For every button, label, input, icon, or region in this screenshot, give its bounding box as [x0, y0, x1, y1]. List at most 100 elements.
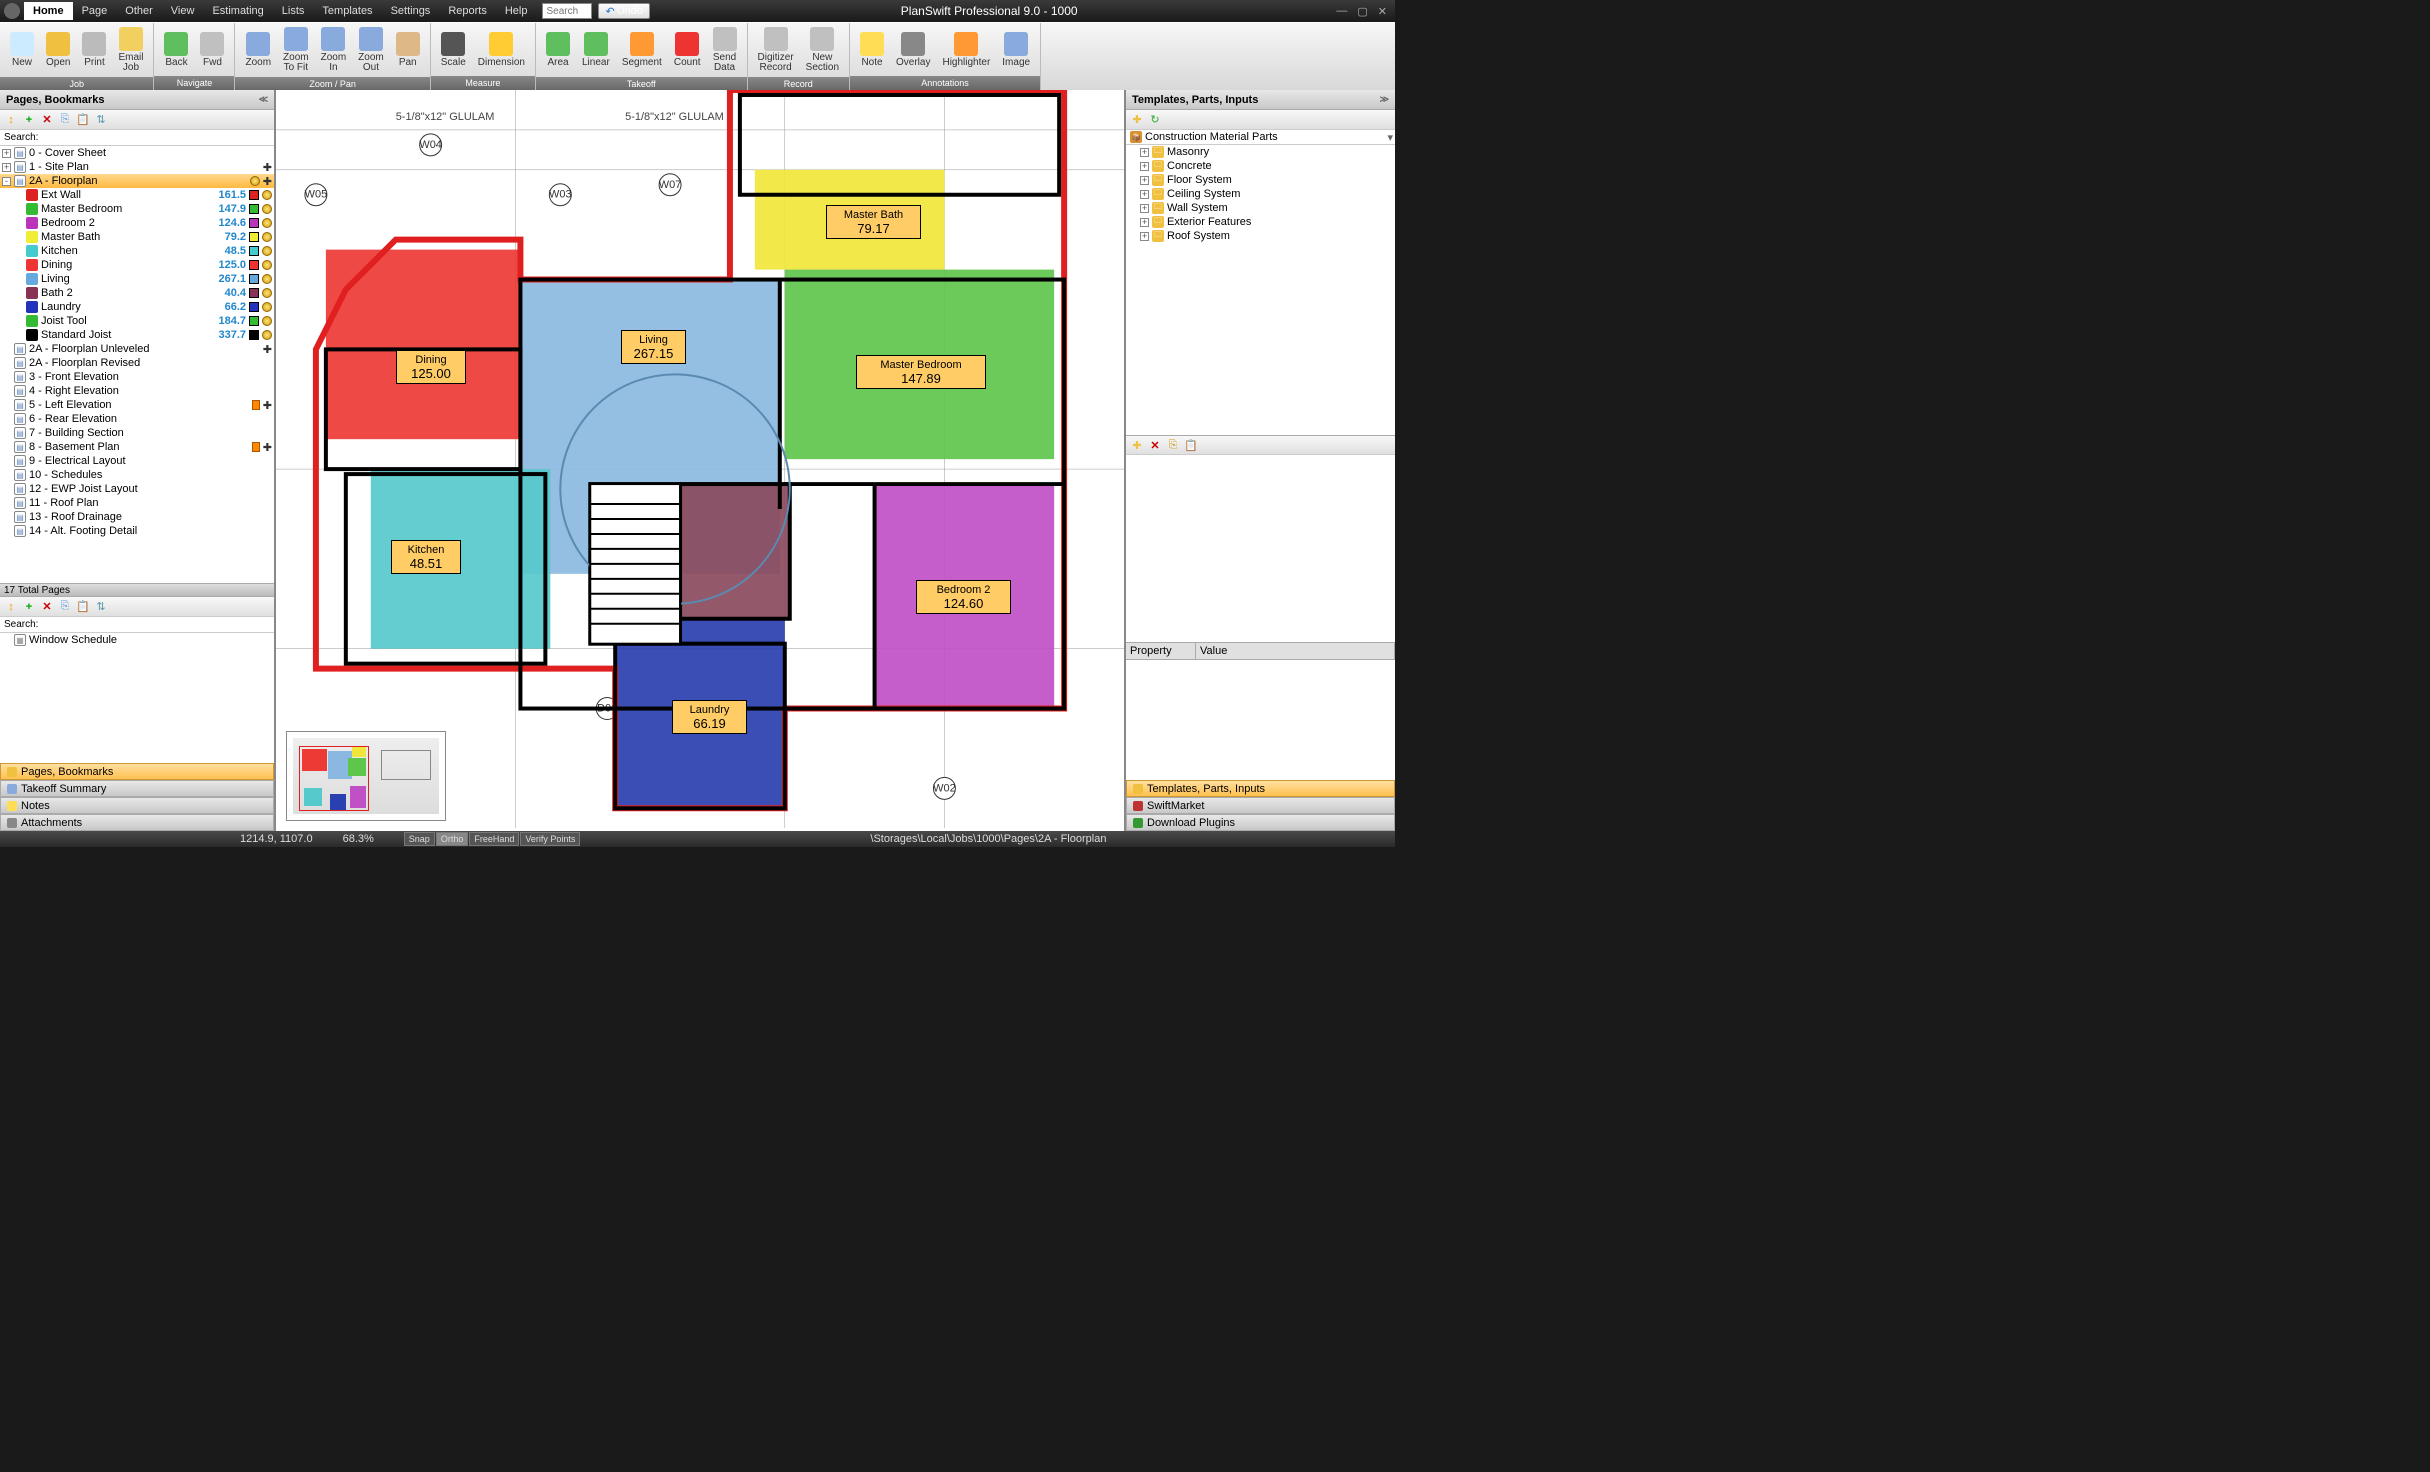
copy-icon[interactable]: ⎘ [58, 600, 72, 614]
menu-lists[interactable]: Lists [273, 2, 314, 20]
collapse-icon[interactable]: ≪ [259, 94, 268, 105]
ribbon-dimension-button[interactable]: Dimension [472, 30, 531, 70]
menu-other[interactable]: Other [116, 2, 162, 20]
menu-estimating[interactable]: Estimating [203, 2, 272, 20]
accordion-takeoff-summary[interactable]: Takeoff Summary [0, 780, 274, 797]
room-label-living[interactable]: Living267.15 [621, 330, 686, 364]
expand-icon[interactable]: + [1140, 218, 1149, 227]
visibility-icon[interactable] [262, 274, 272, 284]
visibility-icon[interactable] [262, 330, 272, 340]
menu-search-input[interactable] [542, 3, 592, 19]
takeoff-item[interactable]: Joist Tool184.7 [0, 314, 274, 328]
visibility-icon[interactable] [262, 204, 272, 214]
takeoff-item[interactable]: Master Bath79.2 [0, 230, 274, 244]
visibility-icon[interactable] [250, 176, 260, 186]
prop-paste-icon[interactable]: 📋 [1184, 438, 1198, 452]
copy-icon[interactable]: ⎘ [58, 113, 72, 127]
tree-expand-icon[interactable]: ↕ [4, 600, 18, 614]
ribbon-linear-button[interactable]: Linear [576, 30, 616, 70]
snap-ortho-button[interactable]: Ortho [436, 832, 469, 846]
ribbon-digitizer-button[interactable]: DigitizerRecord [752, 25, 800, 75]
visibility-icon[interactable] [262, 316, 272, 326]
room-label-dining[interactable]: Dining125.00 [396, 350, 466, 384]
visibility-icon[interactable] [262, 190, 272, 200]
add-sub-icon[interactable]: ✚ [263, 161, 272, 174]
ribbon-pan-button[interactable]: Pan [390, 30, 426, 70]
page-item[interactable]: ▤10 - Schedules [0, 468, 274, 482]
ribbon-new-button[interactable]: NewSection [800, 25, 845, 75]
add-sub-icon[interactable]: ✚ [263, 175, 272, 188]
takeoff-item[interactable]: Bedroom 2124.6 [0, 216, 274, 230]
template-folder[interactable]: +🗀Ceiling System [1126, 187, 1395, 201]
page-item[interactable]: ▤12 - EWP Joist Layout [0, 482, 274, 496]
add-icon[interactable]: + [22, 600, 36, 614]
accordion-templates-parts-inputs[interactable]: Templates, Parts, Inputs [1126, 780, 1395, 797]
accordion-download-plugins[interactable]: Download Plugins [1126, 814, 1395, 831]
bookmarks-search-input[interactable] [42, 618, 274, 632]
template-root-row[interactable]: 📦 Construction Material Parts ▾ [1126, 130, 1395, 145]
takeoff-item[interactable]: Master Bedroom147.9 [0, 202, 274, 216]
expand-icon[interactable]: + [1140, 148, 1149, 157]
ribbon-note-button[interactable]: Note [854, 30, 890, 70]
page-item[interactable]: -▤2A - Floorplan✚ [0, 174, 274, 188]
takeoff-item[interactable]: Dining125.0 [0, 258, 274, 272]
accordion-notes[interactable]: Notes [0, 797, 274, 814]
ribbon-overlay-button[interactable]: Overlay [890, 30, 936, 70]
ribbon-segment-button[interactable]: Segment [616, 30, 668, 70]
template-folder[interactable]: +🗀Masonry [1126, 145, 1395, 159]
page-item[interactable]: ▤2A - Floorplan Unleveled✚ [0, 342, 274, 356]
ribbon-back-button[interactable]: Back [158, 30, 194, 70]
prop-copy-icon[interactable]: ⎘ [1166, 438, 1180, 452]
sort-icon[interactable]: ⇅ [94, 113, 108, 127]
collapse-icon[interactable]: ≫ [1380, 94, 1389, 105]
template-folder[interactable]: +🗀Exterior Features [1126, 215, 1395, 229]
property-grid[interactable] [1126, 660, 1395, 780]
ribbon-image-button[interactable]: Image [996, 30, 1036, 70]
ribbon-scale-button[interactable]: Scale [435, 30, 472, 70]
ribbon-count-button[interactable]: Count [668, 30, 707, 70]
paste-icon[interactable]: 📋 [76, 600, 90, 614]
takeoff-item[interactable]: Bath 240.4 [0, 286, 274, 300]
room-label-kitchen[interactable]: Kitchen48.51 [391, 540, 461, 574]
snap-freehand-button[interactable]: FreeHand [469, 832, 519, 846]
paste-icon[interactable]: 📋 [76, 113, 90, 127]
visibility-icon[interactable] [262, 260, 272, 270]
expand-icon[interactable]: + [1140, 204, 1149, 213]
page-item[interactable]: ▤11 - Roof Plan [0, 496, 274, 510]
snap-snap-button[interactable]: Snap [404, 832, 435, 846]
list-item[interactable]: ▦ Window Schedule [0, 633, 274, 647]
page-thumbnail[interactable] [286, 731, 446, 821]
maximize-icon[interactable]: ▢ [1357, 5, 1367, 18]
page-item[interactable]: ▤9 - Electrical Layout [0, 454, 274, 468]
template-folder[interactable]: +🗀Floor System [1126, 173, 1395, 187]
template-folder[interactable]: +🗀Roof System [1126, 229, 1395, 243]
ribbon-zoom-button[interactable]: Zoom [239, 30, 277, 70]
ribbon-zoom-button[interactable]: ZoomIn [315, 25, 353, 75]
ribbon-fwd-button[interactable]: Fwd [194, 30, 230, 70]
expand-icon[interactable]: + [1140, 190, 1149, 199]
delete-icon[interactable]: ✕ [40, 600, 54, 614]
ribbon-print-button[interactable]: Print [76, 30, 112, 70]
minimize-icon[interactable]: — [1336, 5, 1347, 18]
expand-icon[interactable]: + [2, 163, 11, 172]
page-item[interactable]: +▤1 - Site Plan✚ [0, 160, 274, 174]
visibility-icon[interactable] [262, 302, 272, 312]
page-item[interactable]: ▤6 - Rear Elevation [0, 412, 274, 426]
dropdown-icon[interactable]: ▾ [1387, 131, 1393, 144]
pages-search-input[interactable] [42, 131, 274, 145]
page-item[interactable]: ▤14 - Alt. Footing Detail [0, 524, 274, 538]
ribbon-open-button[interactable]: Open [40, 30, 76, 70]
page-item[interactable]: ▤13 - Roof Drainage [0, 510, 274, 524]
takeoff-item[interactable]: Living267.1 [0, 272, 274, 286]
drawing-canvas[interactable]: 5-1/8"x12" GLULAM 5-1/8"x12" GLULAM W05 … [275, 90, 1125, 831]
visibility-icon[interactable] [262, 218, 272, 228]
visibility-icon[interactable] [262, 232, 272, 242]
page-item[interactable]: ▤3 - Front Elevation [0, 370, 274, 384]
page-item[interactable]: +▤0 - Cover Sheet [0, 146, 274, 160]
ribbon-highlighter-button[interactable]: Highlighter [936, 30, 996, 70]
accordion-swiftmarket[interactable]: SwiftMarket [1126, 797, 1395, 814]
takeoff-item[interactable]: Standard Joist337.7 [0, 328, 274, 342]
expand-icon[interactable]: + [1140, 162, 1149, 171]
room-label-laundry[interactable]: Laundry66.19 [672, 700, 747, 734]
menu-reports[interactable]: Reports [439, 2, 496, 20]
